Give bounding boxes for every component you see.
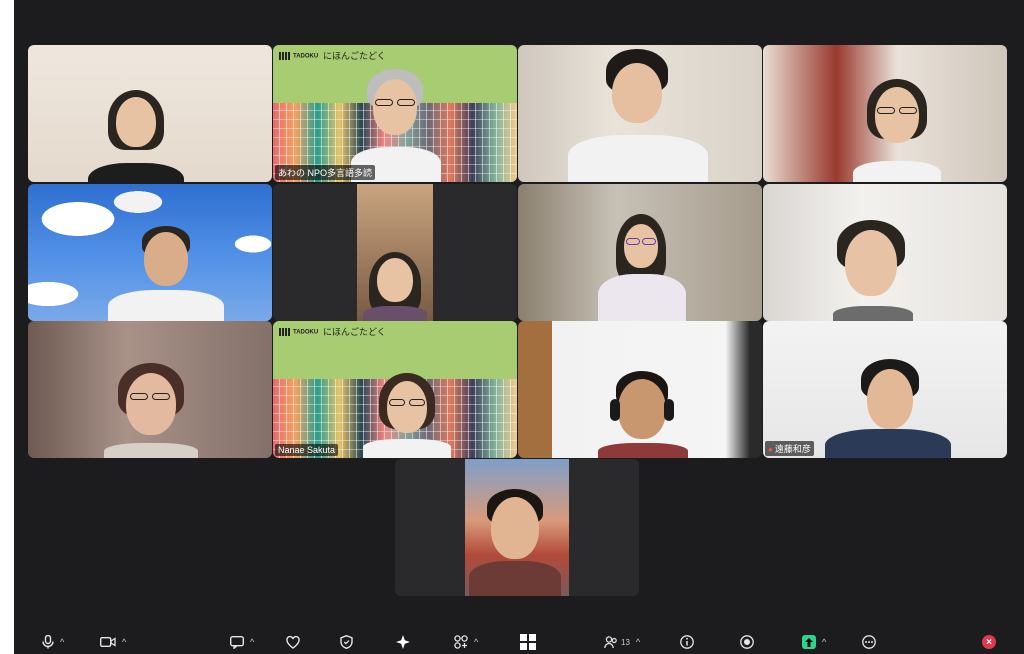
participant-name-label: あわの NPO多言語多読 (275, 165, 376, 180)
video-tile-2[interactable]: TADOKU にほんごたどく あわの NPO多言語多読 (273, 45, 517, 182)
participant-name-label: ● 遠藤和彦 (765, 441, 814, 456)
video-tile-9[interactable] (28, 321, 272, 458)
chevron-up-icon[interactable]: ^ (60, 637, 64, 647)
video-tile-8[interactable] (763, 184, 1007, 321)
reactions-icon (286, 635, 300, 649)
meeting-toolbar: ^ ^ ^ ^ 13 ^ ^ × (14, 630, 1024, 654)
chevron-up-icon[interactable]: ^ (636, 637, 640, 647)
leave-icon: × (982, 635, 996, 649)
virtual-background-header: TADOKU にほんごたどく (273, 321, 517, 379)
video-tile-4[interactable] (763, 45, 1007, 182)
more-icon (862, 635, 876, 649)
chevron-up-icon[interactable]: ^ (822, 637, 826, 647)
view-button[interactable] (520, 634, 536, 650)
chevron-up-icon[interactable]: ^ (122, 637, 126, 647)
video-tile-5[interactable] (28, 184, 272, 321)
video-tile-6[interactable] (273, 184, 517, 321)
video-icon (100, 636, 116, 648)
apps-button[interactable]: ^ (454, 634, 478, 650)
headphone-icon (610, 399, 620, 421)
view-grid-icon (520, 634, 536, 650)
meeting-window: TADOKU にほんごたどく あわの NPO多言語多読 TADOKU にほんごた… (14, 0, 1024, 654)
participant-name-label: Nanae Sakuta (275, 444, 339, 456)
tadoku-logo: TADOKU (279, 328, 318, 336)
video-tile-1[interactable] (28, 45, 272, 182)
video-tile-10[interactable]: TADOKU にほんごたどく Nanae Sakuta (273, 321, 517, 458)
video-tile-11[interactable] (518, 321, 762, 458)
headphone-icon (664, 399, 674, 421)
chevron-up-icon[interactable]: ^ (250, 637, 254, 647)
mic-icon (42, 635, 54, 649)
video-button[interactable]: ^ (100, 634, 126, 650)
tadoku-logo: TADOKU (279, 52, 318, 60)
mic-muted-icon: ● (768, 445, 773, 454)
security-icon (340, 635, 353, 649)
record-icon (740, 635, 754, 649)
participants-count: 13 (621, 637, 630, 647)
ai-companion-button[interactable] (396, 634, 410, 650)
apps-icon (454, 635, 468, 649)
reactions-button[interactable] (286, 634, 300, 650)
more-button[interactable] (862, 634, 876, 650)
slide-title: にほんごたどく (323, 51, 386, 61)
chat-button[interactable]: ^ (230, 634, 254, 650)
info-icon (680, 635, 694, 649)
info-button[interactable] (680, 634, 694, 650)
video-tile-13[interactable] (395, 459, 639, 596)
video-tile-3[interactable] (518, 45, 762, 182)
chat-icon (230, 635, 244, 649)
chevron-up-icon[interactable]: ^ (474, 637, 478, 647)
video-tile-12[interactable]: ● 遠藤和彦 (763, 321, 1007, 458)
record-button[interactable] (740, 634, 754, 650)
participants-icon (604, 635, 618, 649)
leave-button[interactable]: × (982, 634, 996, 650)
share-screen-button[interactable]: ^ (802, 634, 826, 650)
video-tile-7[interactable] (518, 184, 762, 321)
slide-title: にほんごたどく (323, 327, 386, 337)
participants-button[interactable]: 13 ^ (604, 634, 640, 650)
ai-companion-icon (396, 635, 410, 649)
mute-button[interactable]: ^ (42, 634, 64, 650)
share-screen-icon (802, 635, 816, 649)
security-button[interactable] (340, 634, 353, 650)
